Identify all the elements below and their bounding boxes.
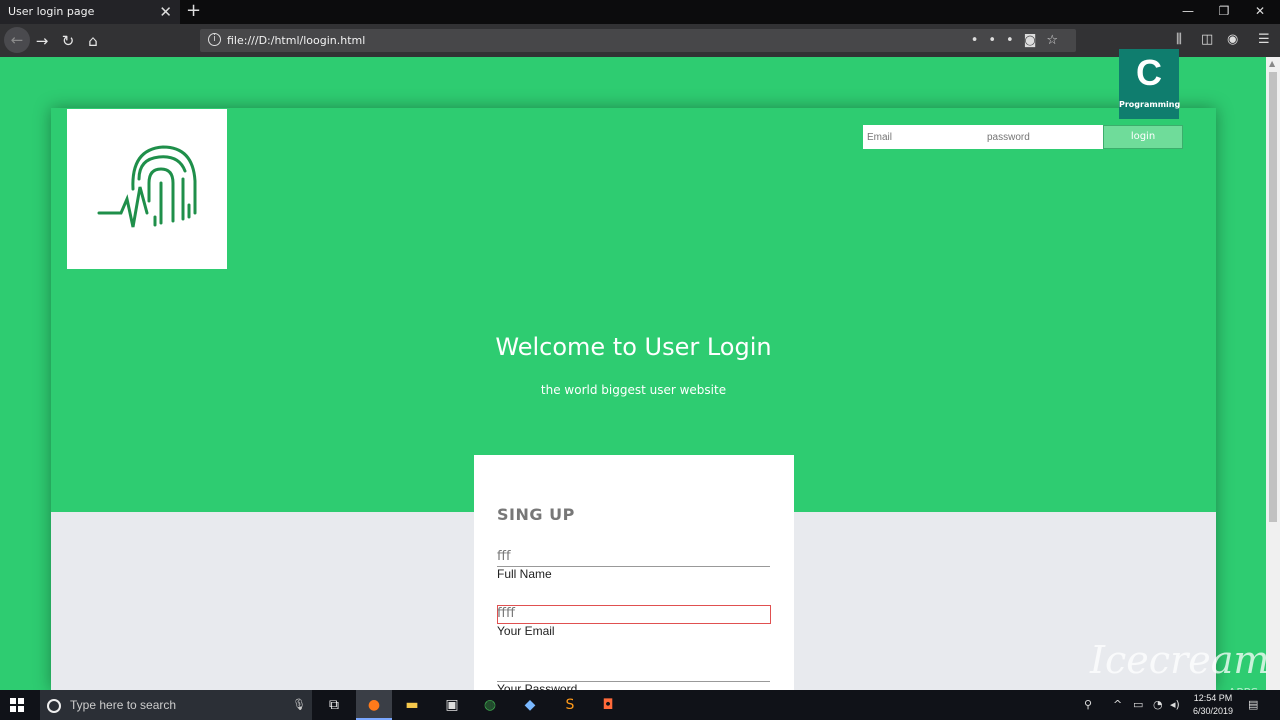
minimize-icon[interactable]: — [1170,0,1206,24]
signup-title: SING UP [497,505,575,524]
library-icon[interactable]: ⫼ [1176,32,1182,47]
people-icon[interactable]: ⚲ [1084,698,1092,711]
address-bar[interactable]: i file:///D:/html/loogin.html •••◙☆ [200,29,1076,52]
chrome-icon[interactable]: ◍ [472,690,508,720]
scroll-up-icon[interactable]: ▲ [1269,59,1275,68]
taskbar-search-placeholder[interactable]: Type here to search [70,698,176,712]
email-label: Your Email [497,624,555,638]
menu-icon[interactable]: ☰ [1258,32,1270,47]
account-icon[interactable]: ◉ [1227,32,1238,47]
clock-date: 6/30/2019 [1192,706,1234,716]
more-icon[interactable]: ••• [971,33,1024,48]
forward-arrow-icon[interactable]: → [30,30,54,52]
store-icon[interactable]: ▣ [434,690,470,720]
scrollbar-thumb[interactable] [1269,72,1277,522]
email-input[interactable]: ffff [497,606,515,621]
firefox-icon[interactable]: ● [356,690,392,720]
page-actions[interactable]: •••◙☆ [971,29,1068,52]
full-name-label: Full Name [497,567,552,581]
reload-icon[interactable]: ↻ [56,30,80,52]
screen-recorder-icon[interactable]: ◘ [590,690,626,720]
full-name-input[interactable]: fff [497,549,511,564]
header-login-button[interactable]: login [1103,125,1183,149]
pocket-icon[interactable]: ◙ [1024,33,1047,48]
new-tab-button[interactable]: + [186,0,201,22]
tab-strip: User login page ✕ + — ❐ ✕ [0,0,1280,24]
email-input-box[interactable] [497,605,771,624]
home-icon[interactable]: ⌂ [81,30,105,52]
close-tab-icon[interactable]: ✕ [159,0,172,24]
virtualbox-icon[interactable]: ◆ [512,690,548,720]
badge-letter: C [1136,52,1162,93]
browser-tab[interactable]: User login page ✕ [0,0,180,24]
notifications-icon[interactable]: ▤ [1248,698,1258,711]
system-clock[interactable]: 12:54 PM 6/30/2019 [1190,692,1236,718]
clock-time: 12:54 PM [1193,693,1233,703]
header-password-input[interactable] [983,125,1101,149]
wifi-icon[interactable]: ◔ [1153,698,1163,711]
windows-start-icon[interactable] [10,698,24,712]
battery-icon[interactable]: ▭ [1133,698,1143,711]
task-view-icon[interactable]: ⧉ [316,690,352,720]
file-explorer-icon[interactable]: ▬ [394,690,430,720]
site-logo [67,109,227,269]
sidebar-icon[interactable]: ◫ [1201,32,1213,47]
bookmark-star-icon[interactable]: ☆ [1046,33,1068,48]
badge-text: Programming [1119,100,1181,109]
back-arrow-icon[interactable]: ← [4,27,30,53]
fingerprint-icon [97,145,197,228]
close-window-icon[interactable]: ✕ [1242,0,1278,24]
hero-subtitle: the world biggest user website [540,383,727,397]
restore-icon[interactable]: ❐ [1206,0,1242,24]
password-label: Your Password [497,682,578,690]
tab-title: User login page [8,5,95,18]
microphone-icon[interactable]: 🎙 [292,698,306,711]
tray-expand-icon[interactable]: ^ [1113,698,1122,711]
info-icon[interactable]: i [208,33,221,46]
url-text[interactable]: file:///D:/html/loogin.html [227,29,365,52]
hero-title: Welcome to User Login [495,333,772,361]
header-email-input[interactable] [863,125,981,149]
volume-icon[interactable]: ◂) [1170,698,1180,711]
sublime-text-icon[interactable]: S [552,690,588,720]
cortana-icon[interactable] [47,699,61,713]
recorder-watermark: Icecream [1090,638,1270,682]
